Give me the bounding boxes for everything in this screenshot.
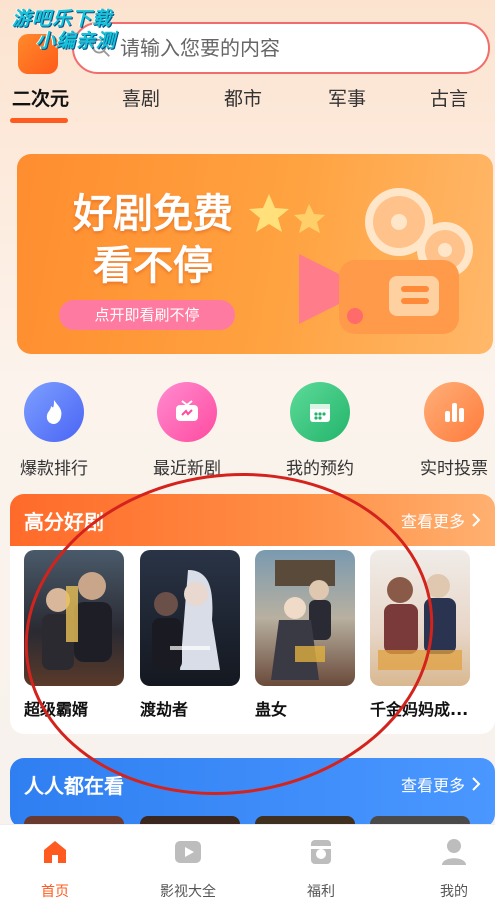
- watermark-line1: 游吧乐下载: [12, 8, 113, 30]
- see-more-label: 查看更多: [400, 776, 465, 795]
- tab-erciyuan[interactable]: 二次元: [12, 86, 69, 116]
- nav-profile[interactable]: 我的: [409, 837, 495, 900]
- calendar-icon: [290, 382, 350, 442]
- drama-card[interactable]: 千金妈妈成...: [370, 550, 470, 720]
- chevron-right-icon: [472, 777, 481, 791]
- nav-label: 影视大全: [160, 884, 216, 900]
- nav-library[interactable]: 影视大全: [143, 837, 233, 900]
- drama-card[interactable]: 超级霸婿: [24, 550, 124, 720]
- nav-label: 我的: [440, 884, 468, 900]
- section-title: 高分好剧: [24, 509, 104, 534]
- see-more-link[interactable]: 查看更多: [401, 508, 481, 532]
- quick-label: 实时投票: [420, 459, 488, 479]
- home-icon: [44, 841, 66, 863]
- chevron-right-icon: [472, 513, 481, 527]
- flame-icon: [24, 382, 84, 442]
- see-more-label: 查看更多: [400, 512, 465, 531]
- section-header: 高分好剧 查看更多: [10, 494, 495, 546]
- quick-label: 最近新剧: [153, 459, 221, 479]
- nav-label: 福利: [307, 884, 335, 900]
- nav-label: 首页: [41, 884, 69, 900]
- drama-title: 千金妈妈成...: [370, 700, 469, 719]
- quick-entry-row: 爆款排行 最近新剧 我的预约 实时投票: [0, 382, 495, 482]
- tab-urban[interactable]: 都市: [224, 86, 262, 116]
- banner-button[interactable]: 点开即看刷不停: [59, 300, 235, 330]
- banner-title-line2: 看不停: [93, 243, 213, 289]
- drama-title: 渡劫者: [140, 700, 189, 719]
- quick-reservations[interactable]: 我的预约: [270, 382, 370, 479]
- quick-live-vote[interactable]: 实时投票: [404, 382, 495, 479]
- category-tabs: 二次元 喜剧 都市 军事 古言: [0, 86, 495, 126]
- drama-card[interactable]: 蛊女: [255, 550, 355, 720]
- section-title: 人人都在看: [24, 773, 124, 798]
- bottom-navigation: 首页 影视大全 福利 我的: [0, 824, 495, 900]
- tab-comedy[interactable]: 喜剧: [122, 86, 160, 116]
- active-tab-indicator: [10, 118, 68, 123]
- drama-poster: [140, 550, 240, 686]
- drama-title: 超级霸婿: [24, 700, 89, 719]
- search-input[interactable]: [120, 36, 440, 60]
- nav-benefits[interactable]: 福利: [276, 837, 366, 900]
- tab-ancient[interactable]: 古言: [430, 86, 468, 116]
- tv-icon: [157, 382, 217, 442]
- quick-hot-ranking[interactable]: 爆款排行: [4, 382, 104, 479]
- tab-military[interactable]: 军事: [328, 86, 366, 116]
- drama-poster: [24, 550, 124, 686]
- promo-banner[interactable]: 好剧免费 看不停 点开即看刷不停: [17, 154, 493, 354]
- see-more-link[interactable]: 查看更多: [401, 772, 481, 796]
- drama-card-row: 超级霸婿 渡劫者 蛊女 千金妈妈成...: [24, 550, 494, 730]
- quick-new-dramas[interactable]: 最近新剧: [137, 382, 237, 479]
- section-header: 人人都在看 查看更多: [10, 758, 495, 810]
- watermark: 游吧乐下载 小编亲测: [12, 8, 116, 52]
- drama-title: 蛊女: [255, 700, 288, 719]
- watermark-line2: 小编亲测: [36, 30, 117, 52]
- top-rated-section: 高分好剧 查看更多 超级霸婿 渡劫者 蛊女 千金妈妈成...: [10, 494, 495, 734]
- user-icon: [442, 839, 466, 865]
- drama-card[interactable]: 渡劫者: [140, 550, 240, 720]
- quick-label: 爆款排行: [20, 459, 88, 479]
- banner-title: 好剧免费 看不停: [63, 188, 243, 292]
- bar-chart-icon: [424, 382, 484, 442]
- play-icon: [175, 841, 201, 863]
- search-bar[interactable]: [72, 22, 490, 74]
- nav-home[interactable]: 首页: [10, 837, 100, 900]
- banner-title-line1: 好剧免费: [73, 191, 233, 237]
- quick-label: 我的预约: [286, 459, 354, 479]
- drama-poster: [255, 550, 355, 686]
- gift-icon: [311, 840, 331, 864]
- drama-poster: [370, 550, 470, 686]
- film-camera-illustration: [249, 188, 473, 334]
- popular-section: 人人都在看 查看更多: [10, 758, 495, 828]
